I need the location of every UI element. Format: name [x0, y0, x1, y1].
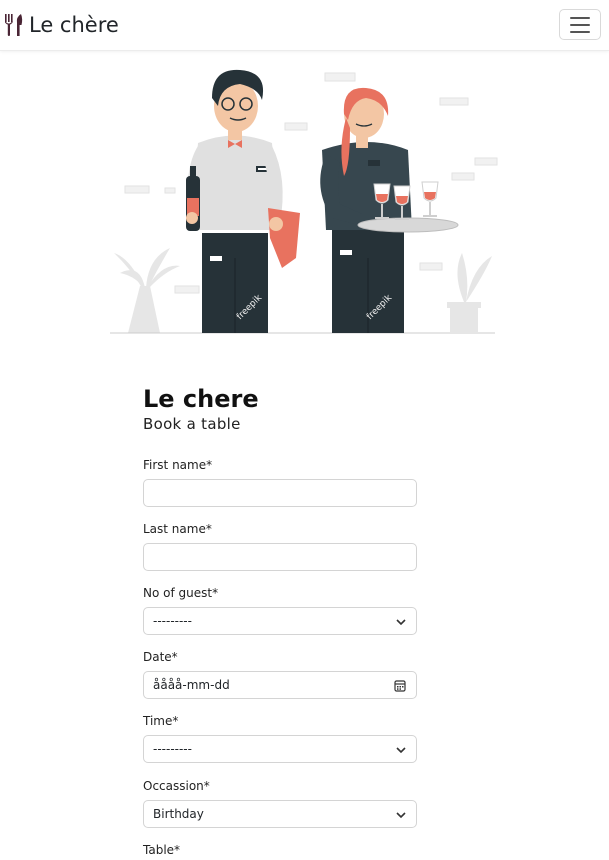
last-name-input[interactable]	[143, 543, 417, 571]
time-select[interactable]: ---------	[143, 735, 417, 763]
calendar-icon[interactable]	[394, 679, 406, 692]
occasion-field: Occassion* Birthday	[143, 779, 417, 828]
occasion-selected-value: Birthday	[153, 807, 204, 821]
hamburger-menu-icon-line	[570, 16, 590, 19]
occasion-select[interactable]: Birthday	[143, 800, 417, 828]
booking-form: Le chere Book a table First name* Last n…	[143, 384, 417, 857]
guests-select[interactable]: ---------	[143, 607, 417, 635]
form-subtitle: Book a table	[143, 415, 241, 433]
brand-link[interactable]: Le chère	[4, 12, 119, 38]
date-field: Date* åååå-mm-dd	[143, 650, 417, 699]
date-label: Date*	[143, 650, 178, 664]
form-title: Le chere	[143, 385, 259, 413]
hamburger-menu-button[interactable]	[559, 9, 601, 40]
first-name-label: First name*	[143, 458, 213, 472]
chevron-down-icon	[396, 812, 406, 819]
time-label: Time*	[143, 714, 179, 728]
hamburger-menu-icon-line	[570, 23, 590, 26]
table-field: Table*	[143, 843, 417, 857]
guests-label: No of guest*	[143, 586, 219, 600]
chevron-down-icon	[396, 747, 406, 754]
date-placeholder: åååå-mm-dd	[153, 678, 230, 692]
time-field: Time* ---------	[143, 714, 417, 763]
guests-field: No of guest* ---------	[143, 586, 417, 635]
last-name-field: Last name*	[143, 522, 417, 571]
navbar: Le chère	[0, 0, 609, 51]
date-input[interactable]: åååå-mm-dd	[143, 671, 417, 699]
time-selected-value: ---------	[153, 742, 192, 756]
guests-selected-value: ---------	[153, 614, 192, 628]
table-label: Table*	[143, 843, 181, 857]
last-name-label: Last name*	[143, 522, 212, 536]
utensils-icon	[5, 14, 23, 36]
waiters-illustration: freepik freepik	[110, 69, 498, 334]
hamburger-menu-icon-line	[570, 30, 590, 33]
occasion-label: Occassion*	[143, 779, 210, 793]
first-name-input[interactable]	[143, 479, 417, 507]
chevron-down-icon	[396, 619, 406, 626]
first-name-field: First name*	[143, 458, 417, 507]
brand-name: Le chère	[29, 13, 119, 37]
